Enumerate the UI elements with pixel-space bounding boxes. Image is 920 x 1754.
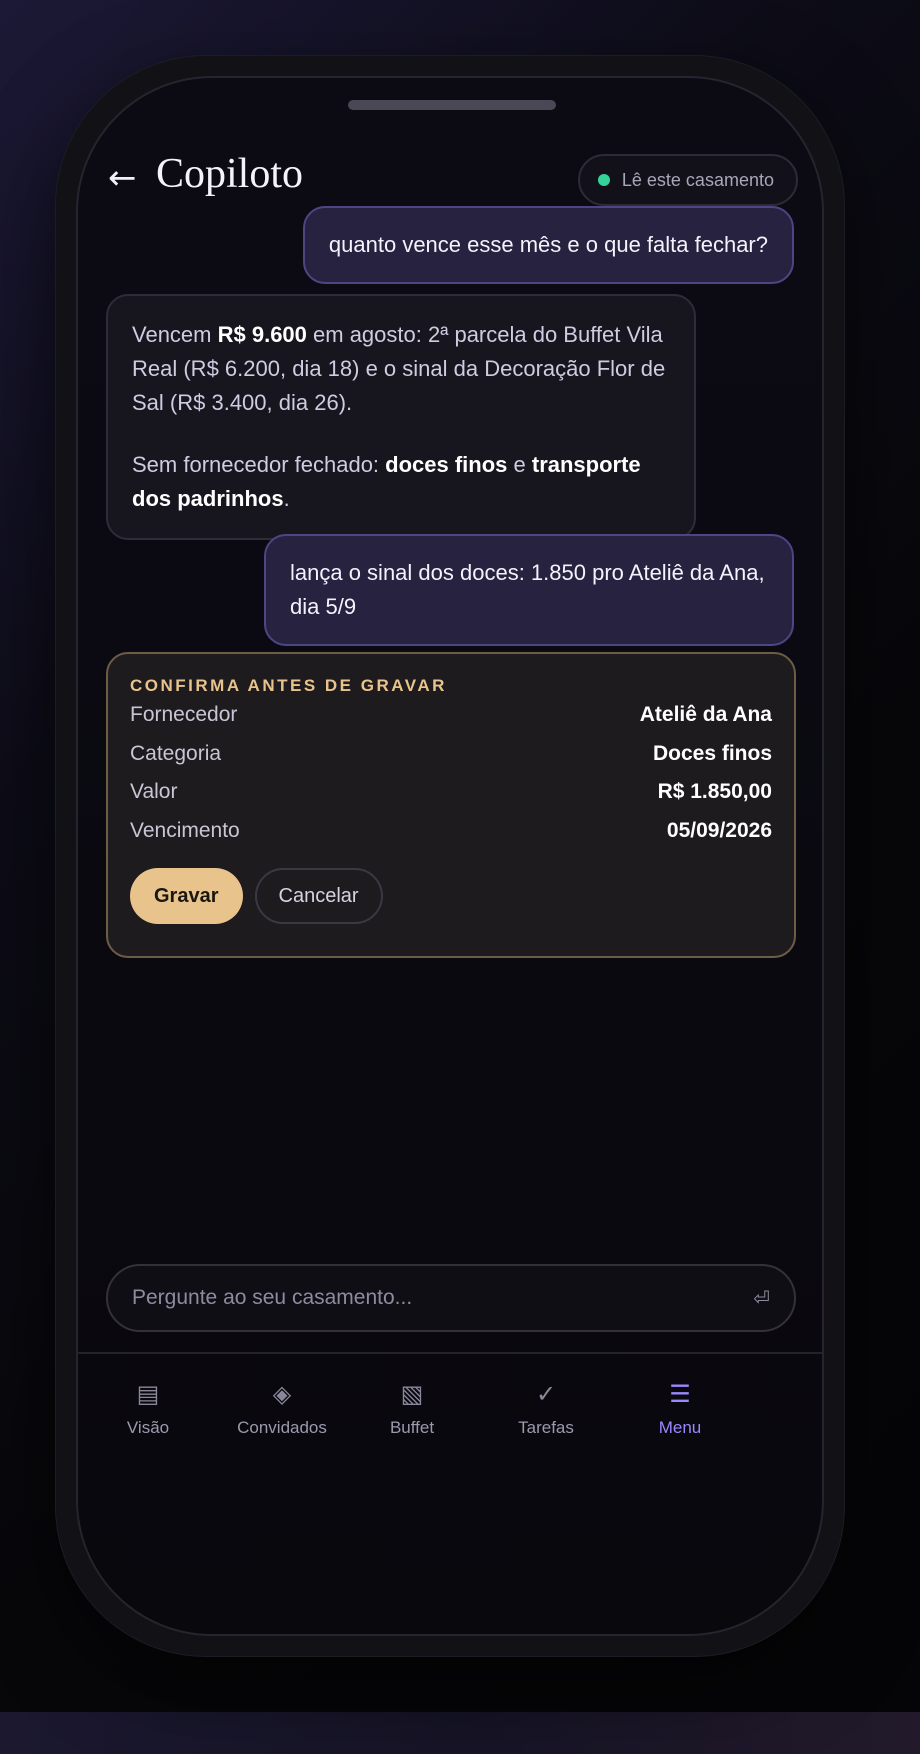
amount-highlight: R$ 9.600 <box>217 322 307 347</box>
status-dot-icon <box>597 174 610 186</box>
row-label: Categoria <box>130 741 222 765</box>
assistant-paragraph: Vencem R$ 9.600 em agosto: 2ª parcela do… <box>132 318 670 420</box>
back-arrow-icon[interactable]: ← <box>108 158 137 198</box>
page-title: Copiloto <box>156 151 304 197</box>
composer: ⏎ <box>106 1264 796 1332</box>
user-message-text: lança o sinal dos doces: 1.850 pro Ateli… <box>290 560 765 619</box>
confirm-actions: Gravar Cancelar <box>130 868 772 924</box>
item-highlight: doces finos <box>385 452 508 477</box>
context-badge[interactable]: Lê este casamento <box>577 154 798 206</box>
chat-input[interactable] <box>132 1286 754 1310</box>
user-message-text: quanto vence esse mês e o que falta fech… <box>328 232 768 257</box>
user-message: quanto vence esse mês e o que falta fech… <box>302 206 794 284</box>
tasks-icon: ✓ <box>535 1380 557 1408</box>
tab-label: Convidados <box>237 1418 327 1437</box>
confirm-row: Vencimento 05/09/2026 <box>130 812 772 851</box>
tab-menu[interactable]: ☰ Menu <box>610 1376 750 1438</box>
assistant-paragraph: Sem fornecedor fechado: doces finos e tr… <box>132 448 670 516</box>
row-value: R$ 1.850,00 <box>657 780 772 804</box>
assistant-message: Vencem R$ 9.600 em agosto: 2ª parcela do… <box>106 294 696 540</box>
context-label: Lê este casamento <box>621 169 774 190</box>
guests-icon: ◈ <box>272 1380 292 1408</box>
tab-label: Menu <box>658 1418 702 1437</box>
row-value: Doces finos <box>652 741 772 765</box>
tab-bar: ▤ Visão ◈ Convidados ▧ Buffet ✓ Tarefas … <box>78 1352 822 1562</box>
phone-screen: ← Copiloto Lê este casamento quanto venc… <box>76 76 824 1636</box>
menu-icon: ☰ <box>669 1380 691 1408</box>
row-value: Ateliê da Ana <box>639 703 772 727</box>
tab-label: Buffet <box>389 1418 435 1437</box>
tab-label: Visão <box>126 1418 170 1437</box>
confirm-row: Categoria Doces finos <box>130 735 772 774</box>
overview-icon: ▤ <box>136 1380 160 1408</box>
row-label: Valor <box>130 780 178 804</box>
tab-visao[interactable]: ▤ Visão <box>78 1376 218 1438</box>
tab-convidados[interactable]: ◈ Convidados <box>212 1376 352 1438</box>
confirm-row: Valor R$ 1.850,00 <box>130 773 772 812</box>
confirm-row: Fornecedor Ateliê da Ana <box>130 696 772 735</box>
confirm-title: CONFIRMA ANTES DE GRAVAR <box>130 676 447 695</box>
send-icon[interactable]: ⏎ <box>753 1286 770 1310</box>
confirm-card: CONFIRMA ANTES DE GRAVAR Fornecedor Atel… <box>106 652 796 958</box>
text-span: Vencem <box>132 322 218 347</box>
buffet-icon: ▧ <box>400 1380 424 1408</box>
text-span: e <box>507 452 532 477</box>
row-value: 05/09/2026 <box>666 818 772 842</box>
user-message: lança o sinal dos doces: 1.850 pro Ateli… <box>264 534 794 646</box>
text-span: Sem fornecedor fechado: <box>132 452 386 477</box>
row-label: Vencimento <box>130 818 240 842</box>
bottom-band <box>0 1712 920 1754</box>
cancel-button[interactable]: Cancelar <box>254 868 383 924</box>
tab-buffet[interactable]: ▧ Buffet <box>342 1376 482 1438</box>
row-label: Fornecedor <box>130 703 238 727</box>
text-span: . <box>283 486 290 511</box>
save-button[interactable]: Gravar <box>130 868 243 924</box>
tab-tarefas[interactable]: ✓ Tarefas <box>476 1376 616 1438</box>
tab-label: Tarefas <box>518 1418 574 1437</box>
notch <box>348 100 556 110</box>
